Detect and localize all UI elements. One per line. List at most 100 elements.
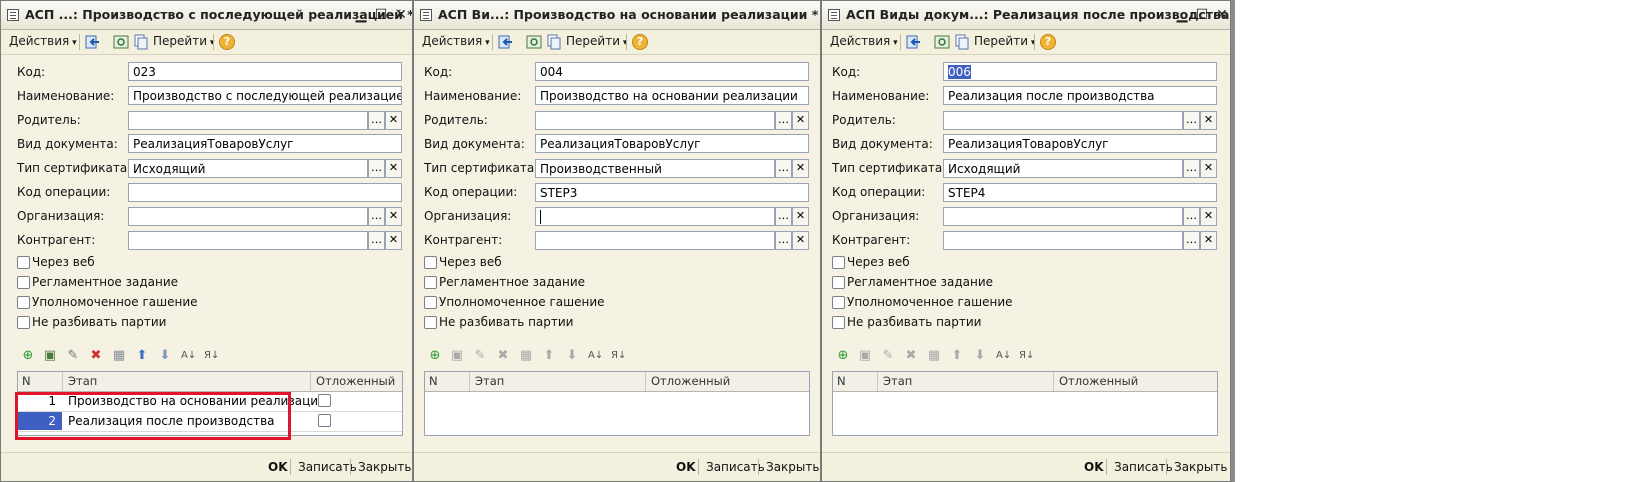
- counterparty-field[interactable]: [128, 231, 368, 250]
- code-field[interactable]: 006: [943, 62, 1217, 81]
- actions-menu[interactable]: Действия: [422, 34, 490, 48]
- scheduled-checkbox[interactable]: [424, 276, 437, 289]
- delete-row-icon[interactable]: ✖: [904, 349, 918, 363]
- clear-button[interactable]: ✕: [792, 207, 809, 226]
- clear-button[interactable]: ✕: [1200, 159, 1217, 178]
- nav-back-icon[interactable]: [906, 34, 922, 50]
- minimize-icon[interactable]: ▁: [1174, 7, 1190, 23]
- clear-button[interactable]: ✕: [1200, 111, 1217, 130]
- op-code-field[interactable]: [128, 183, 402, 202]
- ok-button[interactable]: OK: [268, 460, 288, 474]
- cert-type-field[interactable]: Исходящий: [128, 159, 368, 178]
- doc-type-field[interactable]: РеализацияТоваровУслуг: [943, 134, 1217, 153]
- actions-menu[interactable]: Действия: [9, 34, 77, 48]
- move-down-icon[interactable]: ⬇: [973, 349, 987, 363]
- col-stage[interactable]: Этап: [883, 374, 912, 388]
- end-edit-icon[interactable]: ▦: [112, 349, 126, 363]
- title-bar[interactable]: АСП Ви...: Производство на основании реа…: [414, 1, 820, 30]
- no-split-checkbox[interactable]: [17, 316, 30, 329]
- add-row-icon[interactable]: ⊕: [21, 349, 35, 363]
- save-button[interactable]: Записать: [706, 460, 765, 474]
- title-bar[interactable]: АСП Виды докум...: Реализация после прои…: [822, 1, 1230, 30]
- sort-asc-icon[interactable]: A↓: [588, 349, 603, 363]
- select-button[interactable]: …: [1183, 159, 1200, 178]
- no-split-checkbox[interactable]: [424, 316, 437, 329]
- cert-type-field[interactable]: Исходящий: [943, 159, 1183, 178]
- col-stage[interactable]: Этап: [68, 374, 97, 388]
- maximize-icon[interactable]: ☐: [1194, 7, 1210, 23]
- sort-desc-icon[interactable]: Я↓: [1019, 349, 1034, 363]
- close-button[interactable]: Закрыть: [766, 460, 819, 474]
- parent-field[interactable]: [943, 111, 1183, 130]
- doc-type-field[interactable]: РеализацияТоваровУслуг: [128, 134, 402, 153]
- via-web-checkbox[interactable]: [832, 256, 845, 269]
- sort-asc-icon[interactable]: A↓: [996, 349, 1011, 363]
- select-button[interactable]: …: [775, 231, 792, 250]
- no-split-checkbox[interactable]: [832, 316, 845, 329]
- nav-back-icon[interactable]: [498, 34, 514, 50]
- authorized-checkbox[interactable]: [424, 296, 437, 309]
- goto-menu[interactable]: Перейти: [566, 34, 627, 48]
- ok-button[interactable]: OK: [676, 460, 696, 474]
- add-row-icon[interactable]: ⊕: [836, 349, 850, 363]
- scheduled-checkbox[interactable]: [832, 276, 845, 289]
- move-down-icon[interactable]: ⬇: [565, 349, 579, 363]
- copy-row-icon[interactable]: ▣: [450, 349, 464, 363]
- minimize-icon[interactable]: ▁: [353, 7, 369, 23]
- select-button[interactable]: …: [368, 111, 385, 130]
- cert-type-field[interactable]: Производственный: [535, 159, 775, 178]
- close-button[interactable]: Закрыть: [1174, 460, 1227, 474]
- doc-type-field[interactable]: РеализацияТоваровУслуг: [535, 134, 809, 153]
- move-up-icon[interactable]: ⬆: [542, 349, 556, 363]
- copy-icon[interactable]: [133, 34, 149, 50]
- select-button[interactable]: …: [775, 111, 792, 130]
- edit-row-icon[interactable]: ✎: [473, 349, 487, 363]
- refresh-icon[interactable]: [934, 34, 950, 50]
- col-deferred[interactable]: Отложенный: [316, 374, 395, 388]
- copy-icon[interactable]: [954, 34, 970, 50]
- clear-button[interactable]: ✕: [1200, 207, 1217, 226]
- row-deferred-checkbox[interactable]: [318, 414, 331, 427]
- refresh-icon[interactable]: [113, 34, 129, 50]
- op-code-field[interactable]: STEP4: [943, 183, 1217, 202]
- actions-menu[interactable]: Действия: [830, 34, 898, 48]
- stages-table[interactable]: N Этап Отложенный: [832, 371, 1218, 436]
- help-icon[interactable]: ?: [632, 34, 648, 50]
- select-button[interactable]: …: [1183, 111, 1200, 130]
- clear-button[interactable]: ✕: [385, 111, 402, 130]
- nav-back-icon[interactable]: [85, 34, 101, 50]
- col-deferred[interactable]: Отложенный: [651, 374, 730, 388]
- copy-icon[interactable]: [546, 34, 562, 50]
- edit-row-icon[interactable]: ✎: [881, 349, 895, 363]
- col-n[interactable]: N: [837, 374, 846, 388]
- col-deferred[interactable]: Отложенный: [1059, 374, 1138, 388]
- counterparty-field[interactable]: [535, 231, 775, 250]
- clear-button[interactable]: ✕: [385, 231, 402, 250]
- help-icon[interactable]: ?: [219, 34, 235, 50]
- authorized-checkbox[interactable]: [17, 296, 30, 309]
- name-field[interactable]: Производство с последующей реализацией: [128, 86, 402, 105]
- clear-button[interactable]: ✕: [1200, 231, 1217, 250]
- save-button[interactable]: Записать: [298, 460, 357, 474]
- goto-menu[interactable]: Перейти: [974, 34, 1035, 48]
- row-deferred-checkbox[interactable]: [318, 394, 331, 407]
- via-web-checkbox[interactable]: [17, 256, 30, 269]
- sort-asc-icon[interactable]: A↓: [181, 349, 196, 363]
- move-down-icon[interactable]: ⬇: [158, 349, 172, 363]
- org-field[interactable]: [535, 207, 775, 226]
- clear-button[interactable]: ✕: [792, 231, 809, 250]
- move-up-icon[interactable]: ⬆: [135, 349, 149, 363]
- end-edit-icon[interactable]: ▦: [927, 349, 941, 363]
- add-row-icon[interactable]: ⊕: [428, 349, 442, 363]
- select-button[interactable]: …: [1183, 207, 1200, 226]
- code-field[interactable]: 004: [535, 62, 809, 81]
- save-button[interactable]: Записать: [1114, 460, 1173, 474]
- edit-row-icon[interactable]: ✎: [66, 349, 80, 363]
- delete-row-icon[interactable]: ✖: [89, 349, 103, 363]
- parent-field[interactable]: [535, 111, 775, 130]
- help-icon[interactable]: ?: [1040, 34, 1056, 50]
- stages-table[interactable]: N Этап Отложенный: [424, 371, 810, 436]
- close-icon[interactable]: ✕: [393, 7, 409, 23]
- col-stage[interactable]: Этап: [475, 374, 504, 388]
- select-button[interactable]: …: [1183, 231, 1200, 250]
